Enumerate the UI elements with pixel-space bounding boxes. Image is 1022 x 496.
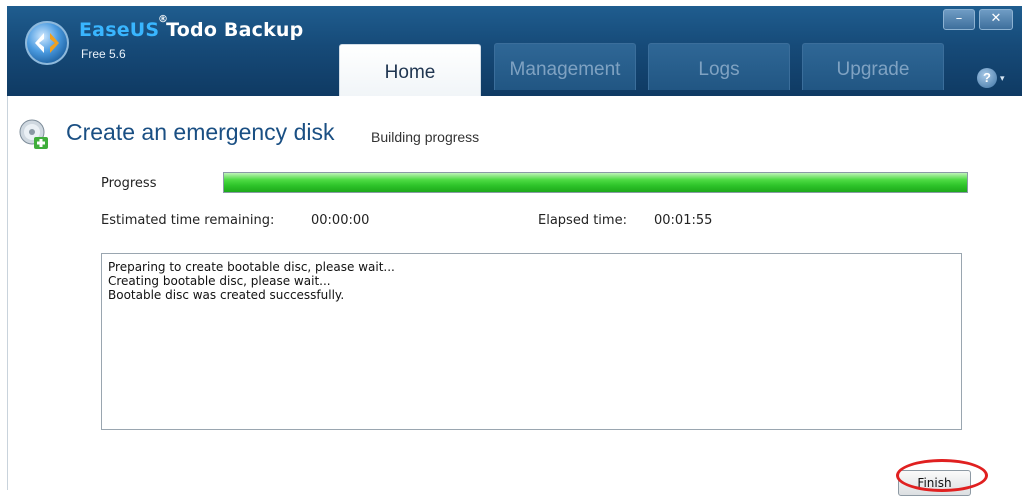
elapsed-time-label: Elapsed time:	[538, 213, 627, 228]
finish-highlight-ring	[896, 459, 988, 492]
progress-fill	[224, 173, 967, 192]
progress-label: Progress	[101, 176, 157, 191]
main-content: Create an emergency disk Building progre…	[7, 96, 1022, 496]
help-icon[interactable]: ?	[977, 68, 997, 88]
log-output[interactable]: Preparing to create bootable disc, pleas…	[101, 253, 962, 430]
page-title: Create an emergency disk	[66, 119, 335, 145]
page-subtitle: Building progress	[371, 129, 480, 145]
app-brand: EaseUS	[79, 19, 160, 41]
easeus-logo-icon	[25, 21, 69, 65]
app-version: Free 5.6	[81, 47, 126, 61]
app-window: EaseUS Todo Backup ® Free 5.6 Home Manag…	[7, 6, 1022, 496]
minimize-button[interactable]: –	[943, 9, 975, 30]
app-product: Todo Backup	[166, 19, 304, 41]
tab-management[interactable]: Management	[494, 43, 636, 90]
tab-logs[interactable]: Logs	[648, 43, 790, 90]
app-name: EaseUS Todo Backup	[79, 19, 303, 41]
emergency-disk-icon	[18, 118, 50, 150]
tab-upgrade[interactable]: Upgrade	[802, 43, 944, 90]
tab-home[interactable]: Home	[339, 44, 481, 96]
registered-mark: ®	[158, 14, 168, 25]
help-dropdown-caret-icon[interactable]: ▾	[1000, 74, 1005, 84]
log-line: Preparing to create bootable disc, pleas…	[108, 260, 395, 274]
log-line: Creating bootable disc, please wait...	[108, 274, 331, 288]
log-line: Bootable disc was created successfully.	[108, 288, 345, 302]
progress-bar	[223, 172, 968, 193]
elapsed-time-value: 00:01:55	[654, 213, 713, 228]
close-button[interactable]: ✕	[979, 9, 1013, 30]
title-bar: EaseUS Todo Backup ® Free 5.6 Home Manag…	[7, 6, 1022, 96]
estimated-time-label: Estimated time remaining:	[101, 213, 275, 228]
estimated-time-value: 00:00:00	[311, 213, 370, 228]
